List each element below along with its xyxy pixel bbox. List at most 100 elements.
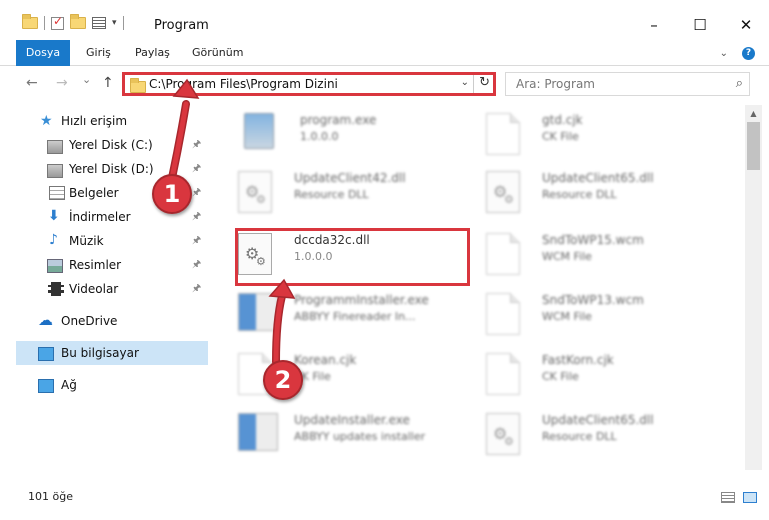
- item-count: 101 öğe: [28, 490, 73, 503]
- scrollbar-thumb[interactable]: [747, 122, 760, 170]
- sidebar-item-label: Ağ: [61, 378, 77, 392]
- chevron-down-icon[interactable]: ⌄: [720, 48, 728, 59]
- file-detail: CK File: [542, 370, 579, 383]
- download-icon: ⬇: [48, 208, 60, 224]
- sidebar-item-onedrive[interactable]: ☁ OneDrive: [0, 309, 208, 333]
- file-detail: ABBYY Finereader In...: [294, 310, 416, 323]
- file-detail: 1.0.0.0: [300, 130, 339, 143]
- sidebar-item-label: Belgeler: [69, 186, 119, 200]
- tiles-view-icon[interactable]: [743, 492, 757, 503]
- minimize-button[interactable]: –: [631, 10, 677, 40]
- sidebar-item-label: Yerel Disk (D:): [69, 162, 154, 176]
- exe-icon: [244, 113, 284, 157]
- file-item[interactable]: ⚙ ⚙ UpdateClient65.dll Resource DLL: [482, 409, 712, 465]
- drive-icon: [47, 140, 63, 154]
- address-path[interactable]: C:\Program Files\Program Dizini: [149, 77, 338, 91]
- this-pc-icon: [38, 347, 54, 361]
- file-item[interactable]: ⚙ ⚙ UpdateClient42.dll Resource DLL: [234, 167, 464, 223]
- sidebar-item-music[interactable]: ♪ Müzik 🖈: [0, 229, 208, 253]
- callout-1: 1: [152, 174, 192, 214]
- sidebar-item-label: Videolar: [69, 282, 119, 296]
- file-detail: WCM File: [542, 250, 592, 263]
- properties-check-icon[interactable]: [51, 14, 64, 30]
- file-name: gtd.cjk: [542, 113, 583, 127]
- sidebar-item-network[interactable]: Ağ: [0, 373, 208, 397]
- sidebar-item-label: Yerel Disk (C:): [69, 138, 153, 152]
- file-detail: Resource DLL: [542, 430, 617, 443]
- address-divider: [473, 75, 474, 93]
- file-item[interactable]: SndToWP15.wcm WCM File: [482, 229, 712, 285]
- file-item[interactable]: gtd.cjk CK File: [482, 109, 712, 165]
- navigation-bar: ← → ⌄ ↑ C:\Program Files\Program Dizini …: [0, 67, 769, 100]
- file-item[interactable]: program.exe 1.0.0.0: [240, 109, 470, 165]
- callout-2: 2: [263, 360, 303, 400]
- title-bar: ▾ Program – ☐ ✕: [0, 0, 769, 40]
- file-item[interactable]: UpdateInstaller.exe ABBYY updates instal…: [234, 409, 464, 465]
- maximize-button[interactable]: ☐: [677, 10, 723, 40]
- file-name: program.exe: [300, 113, 377, 127]
- file-item[interactable]: SndToWP13.wcm WCM File: [482, 289, 712, 345]
- help-icon[interactable]: ?: [742, 47, 755, 60]
- close-button[interactable]: ✕: [723, 10, 769, 40]
- back-arrow-icon[interactable]: ←: [26, 75, 38, 91]
- sidebar-item-videos[interactable]: Videolar 🖈: [0, 277, 208, 301]
- pin-icon[interactable]: 🖈: [192, 281, 201, 298]
- customize-toolbar-icon[interactable]: ▾: [112, 18, 117, 28]
- properties-icon[interactable]: [92, 17, 106, 29]
- file-icon: [486, 293, 526, 337]
- file-name: ProgrammInstaller.exe: [294, 293, 429, 307]
- pin-icon[interactable]: 🖈: [192, 185, 201, 202]
- navigation-pane: ★ Hızlı erişim Yerel Disk (C:) 🖈 Yerel D…: [0, 105, 210, 490]
- refresh-icon[interactable]: ↻: [479, 75, 490, 90]
- search-icon[interactable]: ⌕: [736, 76, 743, 91]
- sidebar-item-pictures[interactable]: Resimler 🖈: [0, 253, 208, 277]
- file-name: UpdateClient42.dll: [294, 171, 406, 185]
- address-bar[interactable]: C:\Program Files\Program Dizini ⌄ ↻: [122, 72, 496, 96]
- star-icon: ★: [40, 113, 53, 129]
- recent-locations-icon[interactable]: ⌄: [82, 73, 91, 86]
- pictures-icon: [47, 259, 63, 273]
- file-list: program.exe 1.0.0.0 gtd.cjk CK File ⚙ ⚙ U…: [212, 105, 742, 470]
- sidebar-item-this-pc[interactable]: Bu bilgisayar: [16, 341, 208, 365]
- sidebar-item-quick-access[interactable]: ★ Hızlı erişim: [0, 109, 208, 133]
- tab-gorunum[interactable]: Görünüm: [192, 40, 243, 66]
- pin-icon[interactable]: 🖈: [192, 233, 201, 250]
- up-arrow-icon[interactable]: ↑: [102, 75, 114, 91]
- file-item[interactable]: ⚙ ⚙ UpdateClient65.dll Resource DLL: [482, 167, 712, 223]
- vertical-scrollbar[interactable]: ▲: [745, 105, 762, 470]
- videos-icon: [48, 282, 64, 296]
- window-title: Program: [154, 18, 209, 33]
- onedrive-icon: ☁: [38, 311, 53, 329]
- file-name: SndToWP15.wcm: [542, 233, 644, 247]
- network-icon: [38, 379, 54, 393]
- file-detail: CK File: [542, 130, 579, 143]
- file-item[interactable]: ProgrammInstaller.exe ABBYY Finereader I…: [234, 289, 464, 345]
- sidebar-item-label: İndirmeler: [69, 210, 131, 224]
- search-box[interactable]: Ara: Program ⌕: [505, 72, 750, 96]
- pin-icon[interactable]: 🖈: [192, 209, 201, 226]
- tab-giris[interactable]: Giriş: [86, 40, 111, 66]
- pin-icon[interactable]: 🖈: [192, 137, 201, 154]
- new-folder-icon[interactable]: [70, 14, 86, 29]
- pin-icon[interactable]: 🖈: [192, 257, 201, 274]
- setup-icon: [238, 293, 278, 337]
- file-name: UpdateInstaller.exe: [294, 413, 410, 427]
- music-icon: ♪: [49, 232, 58, 248]
- details-view-icon[interactable]: [721, 492, 735, 503]
- address-dropdown-icon[interactable]: ⌄: [461, 77, 469, 88]
- sidebar-item-local-disk-c[interactable]: Yerel Disk (C:) 🖈: [0, 133, 208, 157]
- folder-icon: [130, 78, 146, 93]
- forward-arrow-icon[interactable]: →: [56, 75, 68, 91]
- pin-icon[interactable]: 🖈: [192, 161, 201, 178]
- scroll-up-icon[interactable]: ▲: [745, 105, 762, 122]
- file-name: SndToWP13.wcm: [542, 293, 644, 307]
- search-input[interactable]: Ara: Program: [516, 77, 595, 91]
- tab-dosya[interactable]: Dosya: [16, 40, 70, 66]
- dll-gear-icon: ⚙ ⚙: [486, 171, 526, 215]
- file-item[interactable]: FastKorn.cjk CK File: [482, 349, 712, 405]
- file-name: UpdateClient65.dll: [542, 171, 654, 185]
- file-name: FastKorn.cjk: [542, 353, 614, 367]
- tab-paylas[interactable]: Paylaş: [135, 40, 170, 66]
- sidebar-item-label: Resimler: [69, 258, 122, 272]
- window-controls: – ☐ ✕: [631, 10, 769, 40]
